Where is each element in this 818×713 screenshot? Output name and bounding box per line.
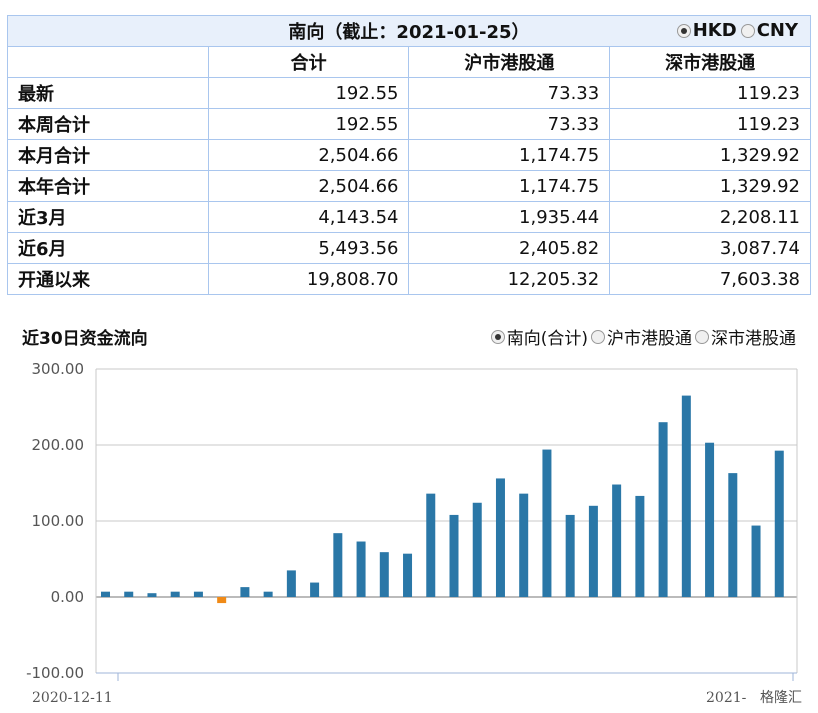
x-start-label: 2020-12-11	[32, 690, 113, 706]
y-tick-label: 0.00	[51, 588, 84, 606]
bar	[751, 525, 761, 597]
bar	[263, 591, 273, 597]
bar	[635, 495, 645, 597]
bar	[333, 533, 343, 597]
bar	[658, 422, 668, 597]
bar	[426, 493, 436, 597]
y-tick-label: 100.00	[32, 512, 85, 530]
bar	[240, 587, 250, 597]
y-tick-label: -100.00	[26, 664, 84, 682]
bar	[681, 395, 691, 597]
page: 南向（截止：2021-01-25） HKD CNY 合计 沪市港股通 深市港股通	[0, 0, 818, 713]
y-tick-label: 200.00	[32, 436, 85, 454]
bar	[379, 552, 389, 597]
flow-bar-chart: 300.00 200.00 100.00 0.00 -100.00 2020-12-11 2…	[26, 360, 802, 706]
bar	[170, 591, 180, 597]
bar	[612, 484, 622, 597]
bar	[565, 514, 575, 597]
x-end-label: 2021-	[706, 690, 747, 706]
bar	[449, 514, 459, 597]
bar	[728, 473, 738, 597]
bar	[519, 493, 529, 597]
bar	[495, 478, 505, 597]
bar	[705, 442, 715, 597]
bar	[403, 553, 413, 597]
bar	[356, 541, 366, 597]
bar	[774, 450, 784, 597]
bar	[101, 591, 110, 597]
watermark: 格隆汇	[760, 690, 802, 706]
bar	[472, 502, 482, 597]
bar	[124, 591, 134, 597]
bar	[310, 582, 320, 597]
bar	[542, 449, 552, 597]
bar	[217, 597, 227, 604]
bar	[588, 505, 598, 597]
bar	[286, 570, 296, 597]
y-tick-label: 300.00	[32, 360, 85, 378]
bar	[147, 593, 157, 597]
bar	[193, 591, 203, 597]
